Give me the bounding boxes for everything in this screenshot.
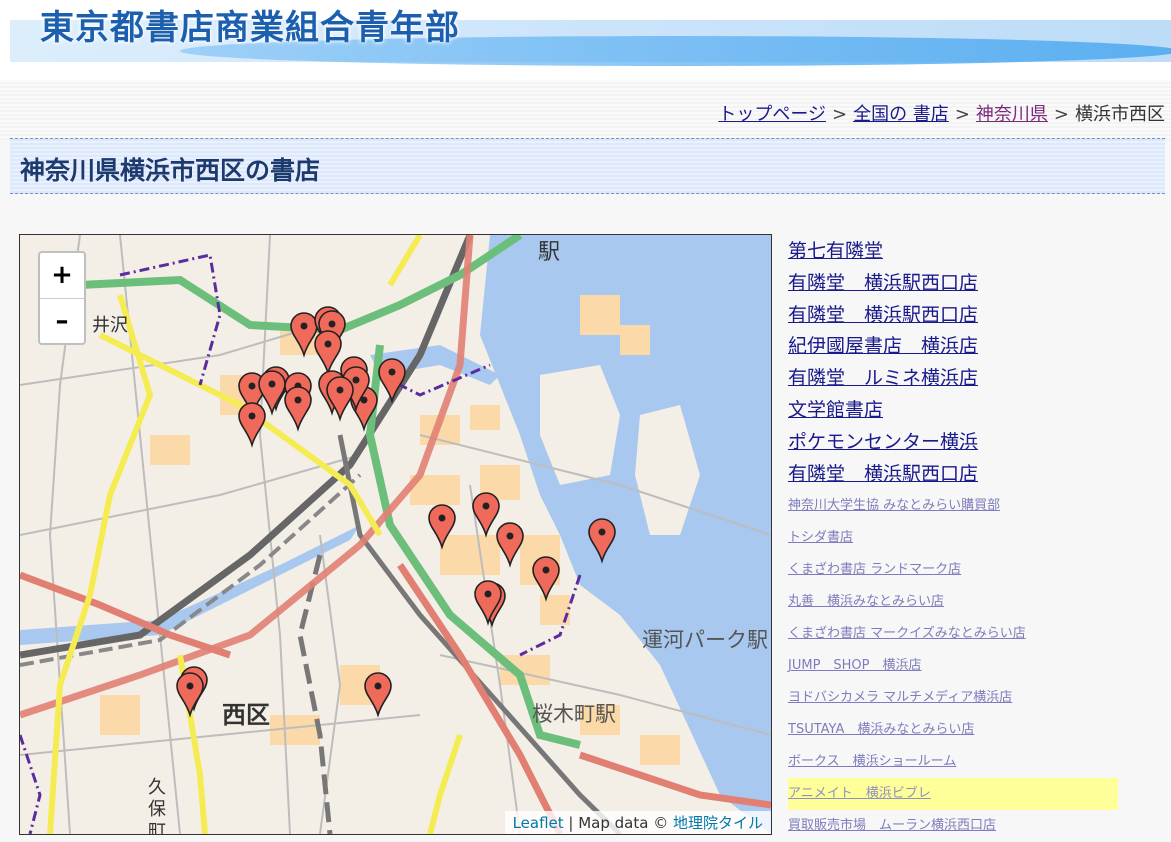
store-link[interactable]: JUMP SHOP 横浜店 bbox=[788, 650, 1168, 682]
map-marker-dot bbox=[374, 682, 382, 690]
map-marker-dot bbox=[352, 376, 360, 384]
breadcrumb-current: 横浜市西区 bbox=[1075, 104, 1165, 125]
map-marker-dot bbox=[598, 528, 606, 536]
map-marker-icon[interactable] bbox=[496, 522, 524, 568]
gsi-tile-link[interactable]: 地理院タイル bbox=[673, 814, 763, 832]
store-link[interactable]: 有隣堂 横浜駅西口店 bbox=[788, 268, 1168, 300]
breadcrumb-separator: > bbox=[1053, 104, 1069, 125]
zoom-out-button[interactable]: – bbox=[40, 298, 84, 344]
store-link[interactable]: 有隣堂 横浜駅西口店 bbox=[788, 459, 1168, 491]
map-marker-icon[interactable] bbox=[364, 672, 392, 718]
map-marker-dot bbox=[438, 514, 446, 522]
map-marker-dot bbox=[294, 396, 302, 404]
attribution-text: | Map data © bbox=[563, 814, 673, 832]
store-link[interactable]: 有隣堂 横浜駅西口店 bbox=[788, 300, 1168, 332]
map-label-unga-park: 運河パーク駅 bbox=[642, 628, 768, 652]
store-link[interactable]: 第七有隣堂 bbox=[788, 236, 1168, 268]
map-marker-icon[interactable] bbox=[532, 556, 560, 602]
breadcrumb: トップページ > 全国の 書店 > 神奈川県 > 横浜市西区 bbox=[718, 100, 1165, 126]
store-link[interactable]: トシダ書店 bbox=[788, 522, 1168, 554]
map-marker-dot bbox=[336, 386, 344, 394]
map-marker-icon[interactable] bbox=[326, 376, 354, 422]
map-attribution: Leaflet | Map data © 地理院タイル bbox=[504, 811, 771, 834]
map-marker-icon[interactable] bbox=[314, 330, 342, 376]
store-link[interactable]: くまざわ書店 ランドマーク店 bbox=[788, 554, 1168, 586]
store-link[interactable]: 有隣堂 ルミネ横浜店 bbox=[788, 363, 1168, 395]
map-label-kubo: 町 bbox=[148, 821, 166, 834]
map-marker-dot bbox=[388, 368, 396, 376]
breadcrumb-kanagawa[interactable]: 神奈川県 bbox=[976, 104, 1048, 125]
map-label-nishiku: 西区 bbox=[222, 701, 270, 729]
breadcrumb-separator: > bbox=[954, 104, 970, 125]
map-marker-dot bbox=[324, 340, 332, 348]
breadcrumb-top[interactable]: トップページ bbox=[718, 104, 826, 125]
map-marker-dot bbox=[268, 380, 276, 388]
store-link[interactable]: 神奈川大学生協 みなとみらい購買部 bbox=[788, 490, 1168, 522]
map-marker-icon[interactable] bbox=[176, 672, 204, 718]
map-marker-dot bbox=[542, 566, 550, 574]
store-link[interactable]: ヨドバシカメラ マルチメディア横浜店 bbox=[788, 682, 1168, 714]
map-label-kubo: 久 bbox=[148, 777, 166, 798]
site-title[interactable]: 東京都書店商業組合青年部 bbox=[40, 0, 460, 49]
store-link-highlighted[interactable]: アニメイト 横浜ビブレ bbox=[788, 778, 1118, 811]
zoom-control: + – bbox=[38, 251, 86, 345]
map-marker-dot bbox=[484, 590, 492, 598]
store-link[interactable]: 紀伊國屋書店 横浜店 bbox=[788, 331, 1168, 363]
map-marker-dot bbox=[248, 382, 256, 390]
map-marker-icon[interactable] bbox=[474, 580, 502, 626]
store-link[interactable]: 買取販売市場 ムーラン横浜西口店 bbox=[788, 810, 1168, 842]
breadcrumb-separator: > bbox=[831, 104, 848, 125]
store-link[interactable]: ボークス 横浜ショールーム bbox=[788, 746, 1168, 778]
store-map[interactable]: 駅 井沢 運河パーク駅 桜木町駅 西区 久 保 町 + – Leaflet | … bbox=[19, 234, 772, 835]
site-header: 東京都書店商業組合青年部 bbox=[0, 0, 1171, 80]
map-marker-dot bbox=[248, 412, 256, 420]
railway-subway bbox=[297, 554, 333, 834]
map-marker-dot bbox=[482, 502, 490, 510]
map-marker-dot bbox=[186, 682, 194, 690]
map-marker-dot bbox=[300, 322, 308, 330]
page-title: 神奈川県横浜市西区の書店 bbox=[20, 156, 321, 185]
leaflet-link[interactable]: Leaflet bbox=[513, 814, 564, 832]
map-marker-icon[interactable] bbox=[378, 358, 406, 404]
breadcrumb-nationwide[interactable]: 全国の 書店 bbox=[853, 104, 949, 125]
map-label-station: 駅 bbox=[538, 240, 560, 265]
store-list: 第七有隣堂 有隣堂 横浜駅西口店 有隣堂 横浜駅西口店 紀伊國屋書店 横浜店 有… bbox=[788, 236, 1168, 842]
map-label-sakuragicho: 桜木町駅 bbox=[532, 702, 616, 726]
map-marker-icon[interactable] bbox=[258, 370, 286, 416]
map-marker-icon[interactable] bbox=[284, 386, 312, 432]
store-link[interactable]: くまざわ書店 マークイズみなとみらい店 bbox=[788, 618, 1168, 650]
store-link[interactable]: 文学館書店 bbox=[788, 395, 1168, 427]
local-road bbox=[387, 235, 423, 287]
map-marker-dot bbox=[506, 532, 514, 540]
store-link[interactable]: ポケモンセンター横浜 bbox=[788, 427, 1168, 459]
zoom-in-button[interactable]: + bbox=[40, 253, 84, 298]
store-link[interactable]: TSUTAYA 横浜みなとみらい店 bbox=[788, 714, 1168, 746]
page-heading-bar: 神奈川県横浜市西区の書店 bbox=[10, 138, 1165, 194]
map-canvas[interactable]: 駅 井沢 運河パーク駅 桜木町駅 西区 久 保 町 bbox=[20, 235, 771, 834]
map-marker-dot bbox=[328, 320, 336, 328]
store-link[interactable]: 丸善 横浜みなとみらい店 bbox=[788, 586, 1168, 618]
map-label-izawa: 井沢 bbox=[92, 315, 128, 336]
map-label-kubo: 保 bbox=[148, 799, 166, 820]
local-road bbox=[427, 734, 463, 834]
